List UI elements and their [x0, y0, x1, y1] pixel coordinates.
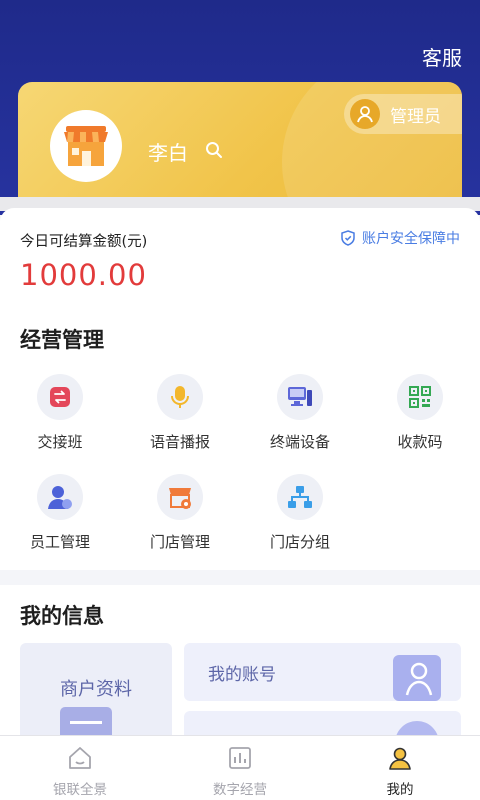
terminal-icon [288, 387, 312, 406]
tab-home[interactable]: 银联全景 [0, 736, 160, 800]
tab-digital[interactable]: 数字经营 [160, 736, 320, 800]
store-avatar[interactable] [50, 110, 122, 182]
shift-handover-icon [50, 387, 70, 407]
grid-item-terminal[interactable]: 终端设备 [240, 374, 360, 452]
grid-item-store-group[interactable]: 门店分组 [240, 474, 360, 552]
grid-item-employee[interactable]: 员工管理 [0, 474, 120, 552]
merchant-info-label: 商户资料 [60, 679, 132, 700]
my-info-title: 我的信息 [20, 604, 104, 628]
security-status[interactable]: 账户安全保障中 [340, 228, 460, 248]
balance-label: 今日可结算金额(元) [20, 234, 148, 250]
store-icon [64, 126, 108, 166]
grid-label: 门店分组 [269, 533, 330, 551]
shield-icon [341, 230, 355, 246]
tab-label: 银联全景 [53, 782, 107, 798]
tab-label: 我的 [386, 782, 414, 798]
my-account-label: 我的账号 [208, 665, 276, 685]
chart-icon [229, 747, 251, 769]
my-info-panel: 我的信息 商户资料 我的账号 [0, 585, 480, 751]
grid-label: 语音播报 [149, 433, 210, 451]
qr-code-icon [409, 386, 431, 408]
grid-label: 员工管理 [29, 533, 90, 551]
user-icon [389, 747, 411, 770]
grid-label: 收款码 [397, 433, 443, 451]
role-badge[interactable]: 管理员 [344, 94, 462, 134]
grid-item-store-manage[interactable]: 门店管理 [120, 474, 240, 552]
grid-label: 终端设备 [269, 433, 330, 451]
tab-mine[interactable]: 我的 [320, 736, 480, 800]
search-icon[interactable] [204, 140, 224, 160]
balance-amount: 1000.00 [20, 258, 147, 292]
grid-item-voice[interactable]: 语音播报 [120, 374, 240, 452]
main-panel: 今日可结算金额(元) 账户安全保障中 1000.00 经营管理 交接班 语音播报… [0, 208, 480, 570]
home-icon [69, 747, 91, 769]
account-icon [393, 655, 441, 701]
bottom-tab-bar: 银联全景 数字经营 我的 [0, 735, 480, 800]
admin-icon [350, 99, 380, 129]
employee-icon [48, 486, 72, 509]
merchant-info-card[interactable]: 商户资料 [20, 643, 172, 743]
role-label: 管理员 [390, 106, 441, 127]
tab-label: 数字经营 [213, 782, 267, 798]
my-account-card[interactable]: 我的账号 [184, 643, 461, 701]
grid-label: 门店管理 [149, 533, 210, 551]
grid-item-qrcode[interactable]: 收款码 [360, 374, 480, 452]
microphone-icon [171, 386, 189, 408]
store-group-icon [288, 486, 312, 508]
user-name: 李白 [148, 141, 188, 165]
grid-label: 交接班 [37, 433, 83, 451]
grid-item-shift[interactable]: 交接班 [0, 374, 120, 452]
customer-service-link[interactable]: 客服 [422, 42, 462, 71]
security-text: 账户安全保障中 [362, 231, 460, 247]
business-section-title: 经营管理 [20, 328, 104, 352]
store-manage-icon [169, 488, 191, 509]
